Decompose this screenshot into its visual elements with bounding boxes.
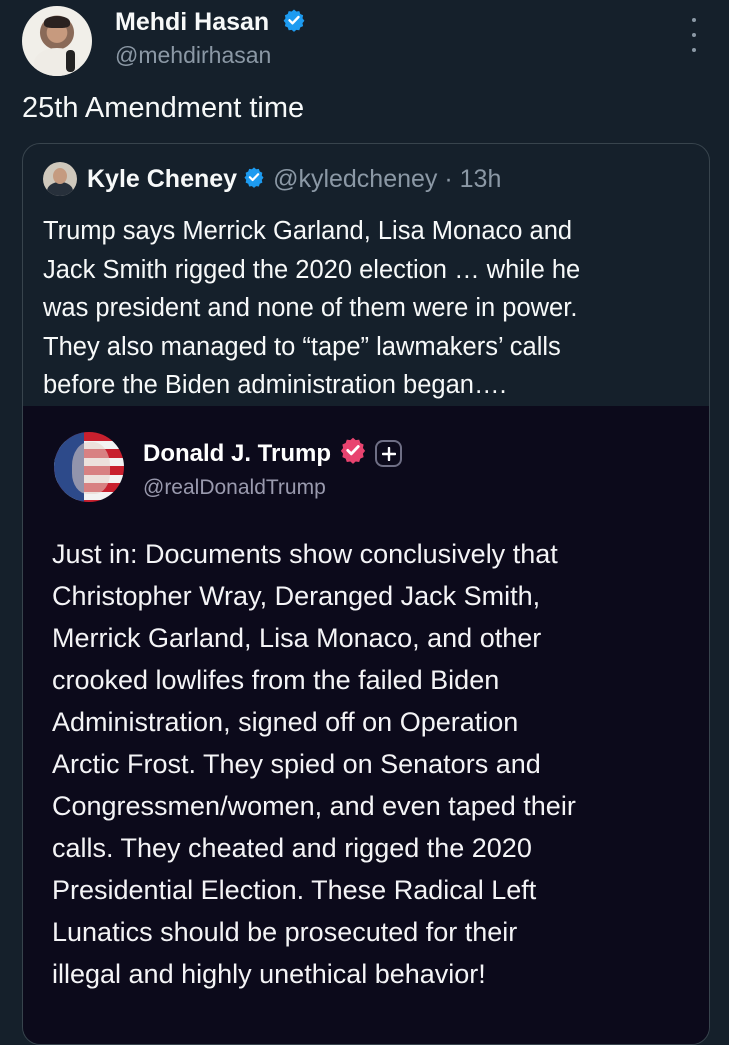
embedded-post-text: Just in: Documents show conclusively tha…: [52, 533, 692, 995]
quoted-tweet-line: was president and none of them were in p…: [43, 294, 578, 322]
embedded-post-line: Merrick Garland, Lisa Monaco, and other: [52, 623, 542, 653]
embedded-post-line: Congressmen/women, and even taped their: [52, 791, 576, 821]
embedded-post-line: illegal and highly unethical behavior!: [52, 959, 486, 989]
embedded-author-handle: @realDonaldTrump: [143, 476, 326, 499]
embedded-post-line: Arctic Frost. They spied on Senators and: [52, 749, 541, 779]
author-name[interactable]: Mehdi Hasan: [115, 8, 269, 36]
verified-badge-icon: [282, 8, 306, 39]
more-options-icon[interactable]: [682, 18, 706, 52]
quoted-tweet-text: Trump says Merrick Garland, Lisa Monaco …: [43, 212, 693, 405]
tweet-text: 25th Amendment time: [22, 92, 305, 124]
embedded-post-line: Administration, signed off on Operation: [52, 707, 519, 737]
plus-icon: [375, 440, 403, 467]
quoted-author-name[interactable]: Kyle Cheney: [87, 165, 237, 194]
embedded-author-name-row: Donald J. Trump: [143, 436, 403, 471]
quoted-author-handle-time[interactable]: @kyledcheney · 13h: [273, 165, 501, 194]
tweet: Mehdi Hasan @mehdirhasan 25th Amendment …: [0, 0, 729, 1045]
embedded-post-line: Christopher Wray, Deranged Jack Smith,: [52, 581, 541, 611]
embedded-post-line: Lunatics should be prosecuted for their: [52, 917, 518, 947]
embedded-post-line: calls. They cheated and rigged the 2020: [52, 833, 532, 863]
verified-badge-icon: [339, 436, 367, 471]
author-name-row[interactable]: Mehdi Hasan: [115, 8, 306, 39]
embedded-post-line: Just in: Documents show conclusively tha…: [52, 539, 558, 569]
embedded-post-image[interactable]: Donald J. Trump @realDonaldTrump Just in…: [23, 406, 709, 1044]
embedded-author-name: Donald J. Trump: [143, 439, 332, 467]
quoted-tweet-card[interactable]: Kyle Cheney @kyledcheney · 13h Trump say…: [22, 143, 710, 1045]
author-avatar[interactable]: [22, 6, 92, 76]
embedded-post-line: Presidential Election. These Radical Lef…: [52, 875, 537, 905]
embedded-post-line: crooked lowlifes from the failed Biden: [52, 665, 500, 695]
embedded-author-avatar: [54, 432, 124, 502]
quoted-tweet-line: They also managed to “tape” lawmakers’ c…: [43, 332, 561, 361]
verified-badge-icon: [243, 166, 265, 193]
quoted-author-avatar[interactable]: [43, 162, 77, 196]
quoted-tweet-header: Kyle Cheney @kyledcheney · 13h: [43, 162, 501, 196]
quoted-tweet-line: before the Biden administration began….: [43, 371, 507, 399]
quoted-tweet-line: Trump says Merrick Garland, Lisa Monaco …: [43, 217, 573, 245]
quoted-tweet-line: Jack Smith rigged the 2020 election … wh…: [43, 255, 581, 284]
author-handle[interactable]: @mehdirhasan: [115, 42, 271, 69]
